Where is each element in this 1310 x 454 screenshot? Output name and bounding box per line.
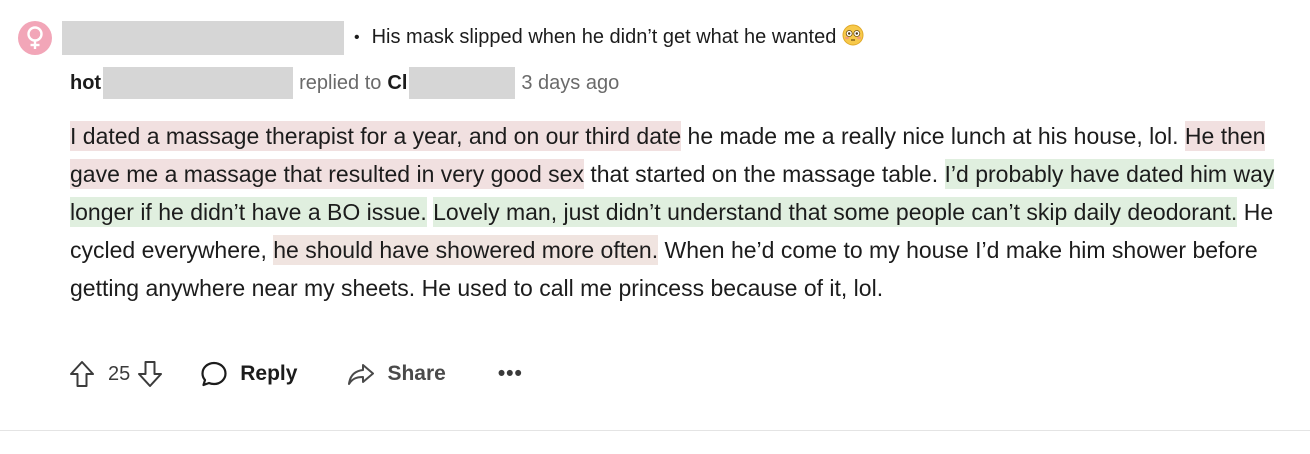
separator-dot: • <box>354 29 360 46</box>
upvote-button[interactable] <box>68 359 96 389</box>
highlight-segment: he should have showered more often. <box>273 235 659 265</box>
comment-body: I dated a massage therapist for a year, … <box>70 117 1285 307</box>
redacted-author-username <box>103 67 294 99</box>
share-arrow-icon <box>348 364 375 385</box>
vote-count: 25 <box>108 362 131 385</box>
user-avatar[interactable] <box>18 21 52 55</box>
comment-text-segment: that started on the massage table. <box>583 161 945 187</box>
redacted-parent-username <box>62 21 344 55</box>
highlight-segment: Lovely man, just didn’t understand that … <box>433 197 1238 227</box>
flushed-face-emoji-icon <box>842 24 864 52</box>
redacted-recipient-username <box>409 67 516 99</box>
author-username[interactable]: hot <box>70 72 101 95</box>
reply-button[interactable]: Reply <box>200 360 297 388</box>
parent-comment-text[interactable]: His mask slipped when he didn’t get what… <box>372 24 865 52</box>
parent-comment-snippet: His mask slipped when he didn’t get what… <box>371 26 837 48</box>
replied-to-label: replied to <box>299 71 382 94</box>
timestamp[interactable]: 3 days ago <box>521 72 619 95</box>
share-button[interactable]: Share <box>347 361 446 387</box>
reply-label: Reply <box>240 362 298 385</box>
speech-bubble-icon <box>201 361 227 387</box>
downvote-arrow-icon <box>138 361 163 387</box>
upvote-arrow-icon <box>70 361 94 387</box>
downvote-button[interactable] <box>136 359 164 389</box>
divider <box>0 430 1310 431</box>
female-symbol-icon <box>27 26 43 49</box>
parent-comment-row: • His mask slipped when he didn’t get wh… <box>18 18 864 58</box>
reply-meta: hot replied to Cl 3 days ago <box>70 66 619 100</box>
share-label: Share <box>387 362 446 385</box>
comment-action-bar: 25 Reply Share ••• <box>68 356 523 392</box>
highlight-segment: I dated a massage therapist for a year, … <box>70 121 682 151</box>
more-options-button[interactable]: ••• <box>498 362 523 386</box>
recipient-username[interactable]: Cl <box>387 72 407 95</box>
comment-text-segment: he made me a really nice lunch at his ho… <box>681 123 1185 149</box>
